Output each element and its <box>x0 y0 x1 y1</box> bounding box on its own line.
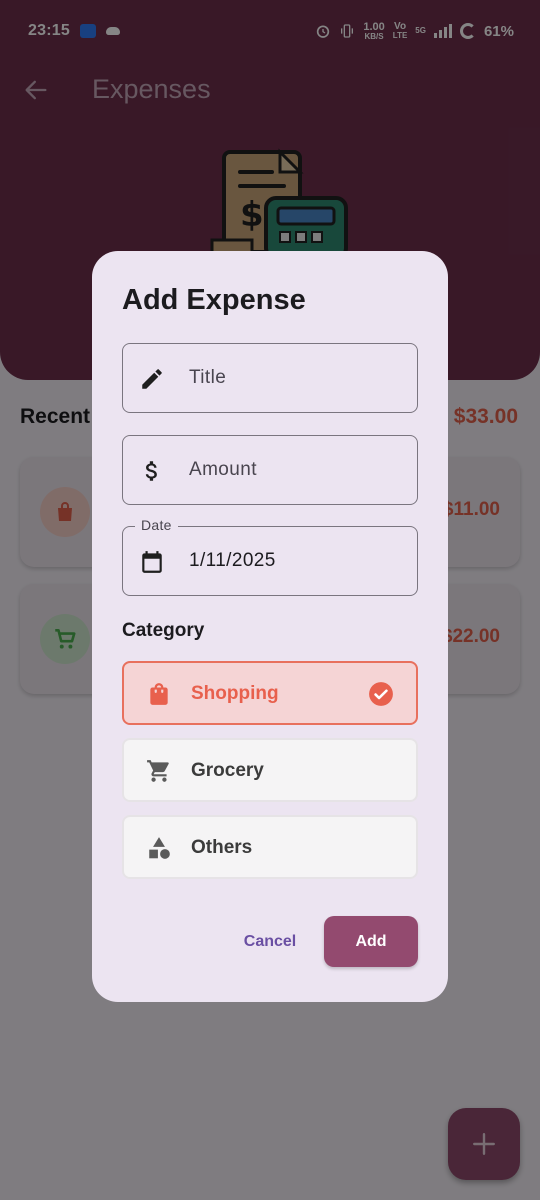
add-expense-dialog: Add Expense Title Amount Date 1/11/2025 … <box>92 251 448 1002</box>
category-option-grocery[interactable]: Grocery <box>122 738 418 802</box>
title-placeholder: Title <box>189 367 227 388</box>
category-option-shopping[interactable]: Shopping <box>122 661 418 725</box>
shapes-icon <box>149 837 170 859</box>
amount-placeholder: Amount <box>189 459 257 480</box>
add-button[interactable]: Add <box>324 916 418 967</box>
category-label: Shopping <box>191 683 279 704</box>
cart-icon <box>147 760 169 782</box>
date-label: Date <box>135 517 178 533</box>
amount-field[interactable]: Amount <box>122 435 418 505</box>
check-circle-icon <box>369 682 393 706</box>
category-option-others[interactable]: Others <box>122 815 418 879</box>
category-heading: Category <box>122 620 205 641</box>
category-label: Grocery <box>191 760 264 781</box>
dialog-title: Add Expense <box>122 284 306 316</box>
date-value: 1/11/2025 <box>189 550 276 571</box>
shopping-bag-icon <box>150 683 168 705</box>
date-field[interactable]: Date 1/11/2025 <box>122 517 418 596</box>
dollar-icon <box>145 461 157 481</box>
title-field[interactable]: Title <box>122 343 418 413</box>
cancel-button[interactable]: Cancel <box>232 917 308 967</box>
calendar-icon <box>142 551 162 573</box>
category-label: Others <box>191 837 253 858</box>
pencil-icon <box>142 369 162 389</box>
